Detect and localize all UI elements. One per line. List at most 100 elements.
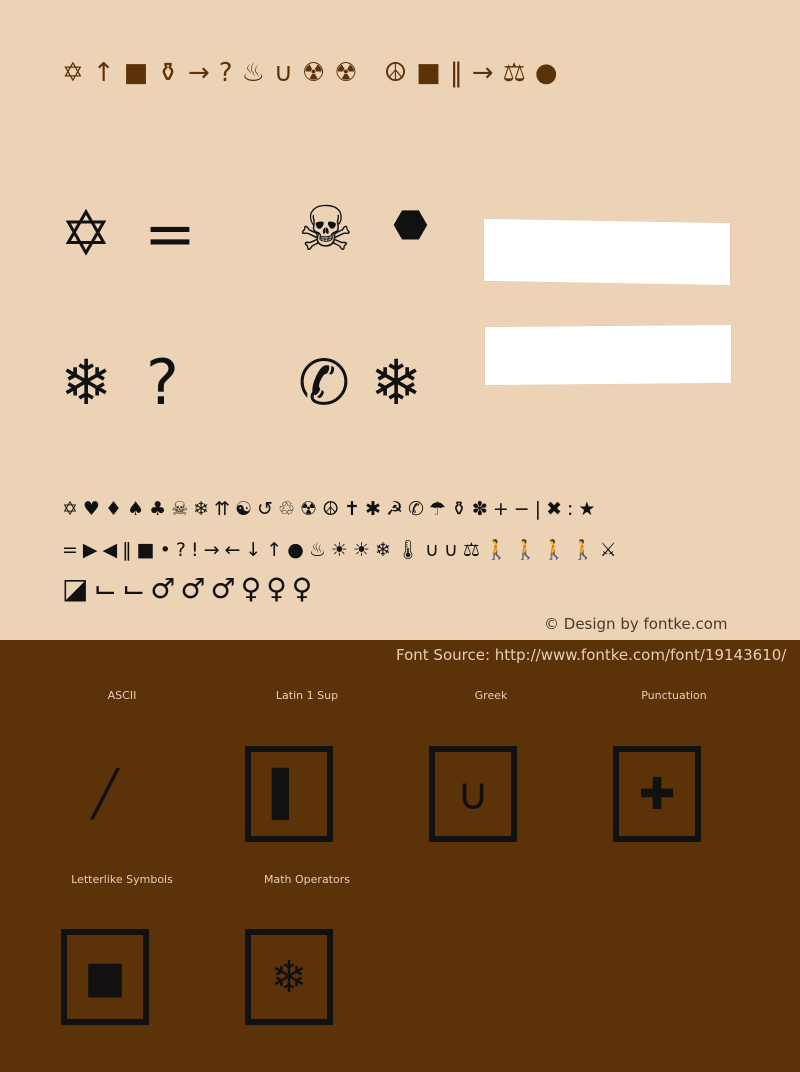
preview-area: ✡↑■⚱→?♨∪☢☢ ☮■‖→⚖● ✡ = ☠ ⬣ ❄ ? ✆ ❄ ✡♥♦♠♣☠… <box>0 0 800 640</box>
glyph: ☢ <box>300 498 323 520</box>
category-glyph-cell[interactable]: ■ <box>61 929 149 1025</box>
glyph: 🚶 <box>484 539 514 561</box>
glyph: → <box>471 58 503 88</box>
glyph: • <box>159 539 176 561</box>
glyph: ♨ <box>241 58 274 88</box>
glyph: ↓ <box>245 539 267 561</box>
glyph: ♂ <box>150 572 181 605</box>
glyph: ∪ <box>273 58 302 88</box>
font-source-link[interactable]: Font Source: http://www.fontke.com/font/… <box>396 646 786 664</box>
large-glyph: ☠ <box>298 192 354 265</box>
glyph: ♂ <box>210 572 241 605</box>
large-glyph: ? <box>146 346 179 419</box>
glyph: ▶ <box>82 539 103 561</box>
header-glyph-row: ✡↑■⚱→?♨∪☢☢ ☮■‖→⚖● <box>62 58 567 88</box>
category-glyph-cell[interactable]: ❄ <box>245 929 333 1025</box>
glyph: ← <box>224 539 246 561</box>
large-glyph: ⬣ <box>393 202 428 248</box>
glyph: ☠ <box>171 498 194 520</box>
glyph: = <box>62 539 83 561</box>
glyph: ↺ <box>257 498 278 520</box>
glyph: ♠ <box>127 498 150 520</box>
glyph: ◀ <box>102 539 123 561</box>
glyph: + <box>492 498 514 520</box>
charset-row: ✡♥♦♠♣☠❄⇈☯↺♲☢☮✝✱☭✆☂⚱✽+−|✖:★ <box>62 498 600 520</box>
category-label: ASCII <box>107 689 137 702</box>
glyph: ❄ <box>193 498 215 520</box>
glyph: ● <box>287 539 309 561</box>
glyph: ♀ <box>240 572 267 605</box>
glyph: ☢ <box>301 58 335 88</box>
glyph: : <box>566 498 579 520</box>
glyph: ☂ <box>428 498 451 520</box>
glyph: ✆ <box>408 498 429 520</box>
glyph: ♦ <box>104 498 128 520</box>
large-glyph: ❄ <box>370 346 422 419</box>
glyph: ⚖ <box>462 539 485 561</box>
glyph: ? <box>175 539 191 561</box>
glyph: ↑ <box>266 539 288 561</box>
category-label: Greek <box>474 689 508 702</box>
category-label: Math Operators <box>264 873 350 886</box>
glyph: ⇈ <box>214 498 235 520</box>
glyph: ★ <box>578 498 601 520</box>
glyph: ✡ <box>62 498 83 520</box>
glyph: ⚔ <box>599 539 622 561</box>
glyph: → <box>203 539 225 561</box>
glyph: ⚱ <box>157 58 188 88</box>
glyph: ♀ <box>291 572 318 605</box>
large-glyph: ✡ <box>60 197 112 270</box>
glyph: 🚶 <box>570 539 600 561</box>
glyph: ✝ <box>344 498 366 520</box>
design-credit: © Design by fontke.com <box>544 615 728 633</box>
category-glyph-cell[interactable]: ▌ <box>245 746 333 842</box>
glyph: ♣ <box>149 498 172 520</box>
glyph: ‖ <box>449 58 472 88</box>
glyph: ♂ <box>180 572 211 605</box>
glyph: 🌡 <box>395 539 426 561</box>
blank-glyph-box <box>484 323 732 387</box>
glyph: ♨ <box>308 539 331 561</box>
category-label: Letterlike Symbols <box>71 873 173 886</box>
category-glyph-cell[interactable]: ╱ <box>61 746 149 842</box>
glyph: ! <box>190 539 204 561</box>
glyph: ? <box>218 58 242 88</box>
glyph: ∪ <box>443 539 463 561</box>
glyph: ☯ <box>235 498 258 520</box>
glyph: ☀ <box>352 539 375 561</box>
large-glyph: ✆ <box>298 346 350 419</box>
glyph: ✽ <box>471 498 493 520</box>
category-glyph-cell[interactable]: ✚ <box>613 746 701 842</box>
glyph: ◪ <box>62 572 94 605</box>
blank-glyph-box <box>483 217 731 287</box>
glyph: ☮ <box>383 58 417 88</box>
glyph: ☢ <box>334 58 367 88</box>
glyph: ■ <box>136 539 160 561</box>
glyph: ♥ <box>82 498 105 520</box>
glyph: ☭ <box>385 498 408 520</box>
glyph: ■ <box>123 58 158 88</box>
glyph: − <box>513 498 535 520</box>
glyph: ✡ <box>62 58 93 88</box>
glyph: ∪ <box>425 539 444 561</box>
glyph: ☀ <box>330 539 353 561</box>
glyph: ♀ <box>266 572 292 605</box>
glyph: ✱ <box>365 498 386 520</box>
glyph: ● <box>534 58 567 88</box>
charset-row: =▶◀‖■•?!→←↓↑●♨☀☀❄🌡∪∪⚖🚶🚶🚶🚶⚔ <box>62 538 622 561</box>
glyph: 🚶 <box>542 539 571 561</box>
glyph: ‖ <box>122 539 137 561</box>
charset-row: ◪⌙⌙♂♂♂♀♀♀ <box>62 572 317 605</box>
large-glyph: = <box>144 197 196 270</box>
glyph <box>367 58 384 88</box>
glyph: ✖ <box>546 498 567 520</box>
glyph: ⚖ <box>502 58 535 88</box>
glyph: ⌙ <box>121 572 151 605</box>
large-glyph: ❄ <box>60 346 112 419</box>
glyph: | <box>534 498 547 520</box>
glyph: ⌙ <box>93 572 122 605</box>
glyph: ❄ <box>374 539 396 561</box>
glyph: 🚶 <box>513 539 543 561</box>
glyph: ⚱ <box>450 498 472 520</box>
category-glyph-cell[interactable]: ∪ <box>429 746 517 842</box>
